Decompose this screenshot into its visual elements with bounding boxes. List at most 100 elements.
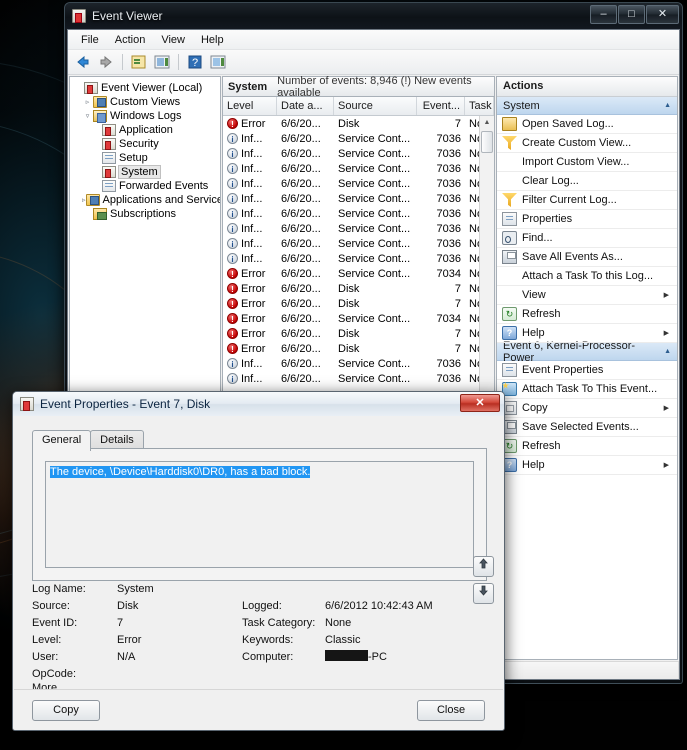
- column-header-level[interactable]: Level: [223, 97, 277, 115]
- show-hide-action-pane-icon[interactable]: [208, 52, 228, 72]
- column-header-event-id[interactable]: Event...: [417, 97, 465, 115]
- tab-general[interactable]: General: [32, 430, 92, 451]
- actions-group-system-label: System: [503, 99, 540, 112]
- event-description-box[interactable]: The device, \Device\Harddisk0\DR0, has a…: [45, 461, 474, 568]
- window-titlebar[interactable]: Event Viewer – □ ✕: [65, 3, 682, 29]
- event-count-status[interactable]: Number of events: 8,946 (!) New events a…: [277, 75, 494, 99]
- plain-log-icon: [102, 152, 116, 164]
- event-source-cell: Service Cont...: [338, 237, 411, 250]
- tree-item-windows-logs[interactable]: ▿ Windows Logs: [73, 109, 218, 123]
- event-level-text: Error: [241, 282, 266, 295]
- action-attach-task-to-this-event[interactable]: Attach Task To This Event...: [497, 380, 677, 399]
- event-row[interactable]: !Error6/6/20...Disk7None: [223, 296, 494, 311]
- event-row[interactable]: iInf...6/6/20...Service Cont...7036None: [223, 371, 494, 386]
- tree-expander-icon[interactable]: ▹: [82, 196, 86, 204]
- event-row[interactable]: !Error6/6/20...Disk7None: [223, 341, 494, 356]
- action-properties[interactable]: Properties: [497, 210, 677, 229]
- action-refresh[interactable]: ↻ Refresh: [497, 305, 677, 324]
- actions-group-event[interactable]: Event 6, Kernel-Processor-Power ▲: [497, 340, 677, 364]
- submenu-arrow-icon[interactable]: ▶: [664, 329, 669, 337]
- tree-item-custom-views[interactable]: ▹ Custom Views: [73, 95, 218, 109]
- column-header-date[interactable]: Date a...: [277, 97, 334, 115]
- event-row[interactable]: iInf...6/6/20...Service Cont...7036None: [223, 191, 494, 206]
- tree-item-subscriptions[interactable]: Subscriptions: [73, 207, 218, 221]
- dialog-close-button[interactable]: ✕: [460, 394, 500, 412]
- event-row[interactable]: iInf...6/6/20...Service Cont...7036None: [223, 251, 494, 266]
- action-copy[interactable]: Copy ▶: [497, 399, 677, 418]
- dialog-titlebar[interactable]: Event Properties - Event 7, Disk ✕: [13, 392, 504, 416]
- event-row[interactable]: !Error6/6/20...Service Cont...7034None: [223, 266, 494, 281]
- minimize-button[interactable]: –: [590, 5, 617, 24]
- action-refresh[interactable]: ↻ Refresh: [497, 437, 677, 456]
- submenu-arrow-icon[interactable]: ▶: [664, 404, 669, 412]
- chevron-up-icon[interactable]: ▲: [664, 102, 671, 109]
- action-open-saved-log[interactable]: Open Saved Log...: [497, 115, 677, 134]
- previous-event-button[interactable]: [473, 556, 494, 577]
- submenu-arrow-icon[interactable]: ▶: [664, 291, 669, 299]
- event-id-cell: 7: [454, 342, 461, 355]
- menu-view[interactable]: View: [153, 32, 193, 48]
- event-row[interactable]: iInf...6/6/20...Service Cont...7036None: [223, 161, 494, 176]
- close-button[interactable]: ✕: [646, 5, 679, 24]
- tree-item-applications-and-services-lo[interactable]: ▹ Applications and Services Lo: [73, 193, 220, 207]
- help-icon[interactable]: ?: [185, 52, 205, 72]
- save-icon: [502, 250, 517, 264]
- properties-icon[interactable]: [152, 52, 172, 72]
- copy-button[interactable]: Copy: [32, 700, 100, 721]
- back-arrow-icon[interactable]: [73, 52, 93, 72]
- event-row[interactable]: !Error6/6/20...Disk7None: [223, 281, 494, 296]
- action-label: Attach a Task To this Log...: [522, 270, 654, 282]
- maximize-button[interactable]: □: [618, 5, 645, 24]
- action-label: Copy: [522, 402, 548, 414]
- event-row[interactable]: !Error6/6/20...Disk7None: [223, 326, 494, 341]
- forward-arrow-icon[interactable]: [96, 52, 116, 72]
- event-row[interactable]: iInf...6/6/20...Service Cont...7036None: [223, 176, 494, 191]
- action-create-custom-view[interactable]: Create Custom View...: [497, 134, 677, 153]
- chevron-up-icon[interactable]: ▲: [664, 348, 671, 355]
- actions-group-system[interactable]: System ▲: [497, 97, 677, 115]
- event-row[interactable]: iInf...6/6/20...Service Cont...7036None: [223, 131, 494, 146]
- column-header-source[interactable]: Source: [334, 97, 417, 115]
- event-row[interactable]: iInf...6/6/20...Service Cont...7036None: [223, 221, 494, 236]
- action-filter-current-log[interactable]: Filter Current Log...: [497, 191, 677, 210]
- action-label: Find...: [522, 232, 553, 244]
- action-import-custom-view[interactable]: Import Custom View...: [497, 153, 677, 172]
- action-help[interactable]: ? Help ▶: [497, 456, 677, 475]
- event-row[interactable]: iInf...6/6/20...Service Cont...7036None: [223, 356, 494, 371]
- menu-help[interactable]: Help: [193, 32, 232, 48]
- tree-root[interactable]: Event Viewer (Local): [73, 81, 218, 95]
- action-save-selected-events[interactable]: Save Selected Events...: [497, 418, 677, 437]
- action-find[interactable]: Find...: [497, 229, 677, 248]
- event-date-cell: 6/6/20...: [281, 177, 321, 190]
- action-event-properties[interactable]: Event Properties: [497, 361, 677, 380]
- close-button-dialog[interactable]: Close: [417, 700, 485, 721]
- event-row[interactable]: !Error6/6/20...Disk7None: [223, 116, 494, 131]
- tree-expander-icon[interactable]: ▿: [82, 112, 93, 120]
- action-attach-a-task-to-this-log[interactable]: Attach a Task To this Log...: [497, 267, 677, 286]
- toolbar-separator: [178, 54, 179, 70]
- action-save-all-events-as[interactable]: Save All Events As...: [497, 248, 677, 267]
- event-row[interactable]: !Error6/6/20...Service Cont...7034None: [223, 311, 494, 326]
- action-clear-log[interactable]: Clear Log...: [497, 172, 677, 191]
- tree-item-forwarded-events[interactable]: Forwarded Events: [73, 179, 218, 193]
- action-view[interactable]: View ▶: [497, 286, 677, 305]
- vertical-scroll-thumb[interactable]: [481, 131, 493, 153]
- event-row[interactable]: iInf...6/6/20...Service Cont...7036None: [223, 236, 494, 251]
- event-row[interactable]: iInf...6/6/20...Service Cont...7036None: [223, 206, 494, 221]
- show-hide-console-tree-icon[interactable]: [129, 52, 149, 72]
- tree-item-system[interactable]: System: [73, 165, 218, 179]
- event-id-cell: 7036: [436, 252, 461, 265]
- tree-item-application[interactable]: Application: [73, 123, 218, 137]
- action-help[interactable]: ? Help ▶: [497, 324, 677, 343]
- event-row[interactable]: iInf...6/6/20...Service Cont...7036None: [223, 146, 494, 161]
- scroll-up-arrow-icon[interactable]: ▲: [480, 116, 494, 130]
- column-header-task-category[interactable]: Task Catego: [465, 97, 494, 115]
- tree-item-setup[interactable]: Setup: [73, 151, 218, 165]
- menu-action[interactable]: Action: [107, 32, 154, 48]
- menu-file[interactable]: File: [73, 32, 107, 48]
- tree-expander-icon[interactable]: ▹: [82, 98, 93, 106]
- field-label-right: Task Category:: [242, 616, 316, 629]
- tree-item-security[interactable]: Security: [73, 137, 218, 151]
- event-level-cell: i Inf...: [223, 178, 277, 190]
- submenu-arrow-icon[interactable]: ▶: [664, 461, 669, 469]
